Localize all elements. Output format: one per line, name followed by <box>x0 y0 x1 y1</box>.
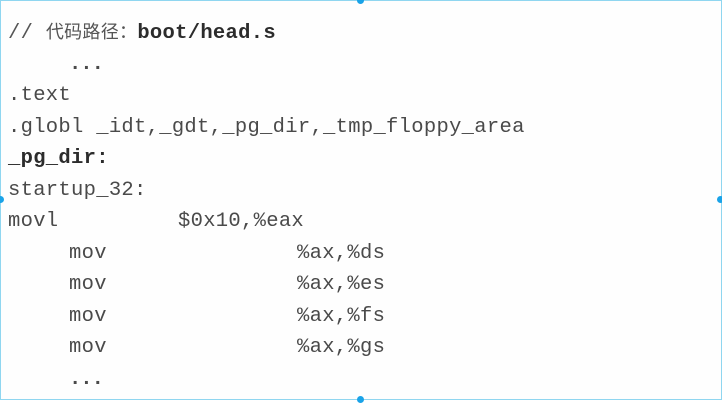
ellipsis-bottom: ... <box>69 367 104 391</box>
code-line-mov-ds: mov %ax,%ds <box>8 238 525 270</box>
code-line-movl: movl $0x10,%eax <box>8 206 525 238</box>
comment-label: 代码路径： <box>45 22 138 43</box>
ellipsis-top: ... <box>69 52 104 76</box>
code-line-mov-es: mov %ax,%es <box>8 269 525 301</box>
instruction-op: mov <box>69 273 107 296</box>
code-comment-line: // 代码路径：boot/head.s <box>8 17 525 49</box>
instruction-op: movl <box>8 210 59 233</box>
startup-label: startup_32: <box>8 178 147 202</box>
resize-handle-right[interactable] <box>717 196 722 203</box>
code-line-mov-fs: mov %ax,%fs <box>8 301 525 333</box>
instruction-args: %ax,%es <box>297 273 386 296</box>
pg-dir-label: _pg_dir: <box>8 147 109 170</box>
code-block: // 代码路径：boot/head.s ... .text .globl _id… <box>8 17 525 395</box>
instruction-op: mov <box>69 336 107 359</box>
globl-directive: .globl _idt,_gdt,_pg_dir,_tmp_floppy_are… <box>8 115 525 139</box>
instruction-args: %ax,%gs <box>297 336 386 359</box>
instruction-args: %ax,%fs <box>297 304 386 328</box>
instruction-args: $0x10,%eax <box>178 210 305 233</box>
code-line-mov-gs: mov %ax,%gs <box>8 332 525 364</box>
code-figure: // 代码路径：boot/head.s ... .text .globl _id… <box>0 0 722 400</box>
comment-path: boot/head.s <box>137 22 276 45</box>
comment-prefix: // <box>8 22 46 45</box>
instruction-op: mov <box>69 304 107 328</box>
instruction-op: mov <box>69 241 107 265</box>
text-directive: .text <box>8 84 72 107</box>
instruction-args: %ax,%ds <box>297 241 386 265</box>
